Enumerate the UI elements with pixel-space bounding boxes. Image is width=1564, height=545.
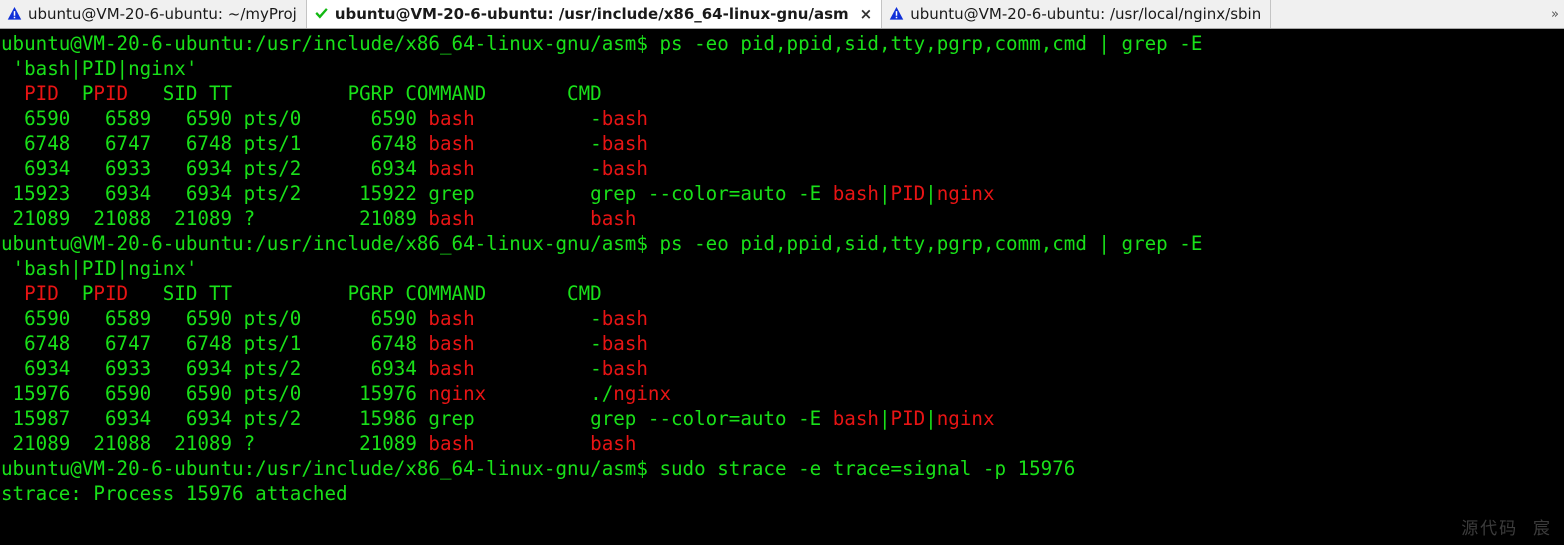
terminal-text-green: 15923 6934 6934 pts/2 15922 grep grep --… — [1, 182, 833, 205]
terminal-text-red: nginx — [936, 182, 995, 205]
terminal-line: 6590 6589 6590 pts/0 6590 bash -bash — [0, 106, 1564, 131]
terminal-text-red: bash — [428, 207, 475, 230]
terminal-text-green: P — [58, 82, 94, 105]
terminal-text-red: bash — [428, 332, 475, 355]
terminal-line: PID PPID SID TT PGRP COMMAND CMD — [0, 81, 1564, 106]
terminal-text-green: - — [474, 332, 602, 355]
close-icon[interactable]: × — [860, 6, 873, 22]
terminal-text-red: bash — [601, 332, 648, 355]
terminal-line: 6748 6747 6748 pts/1 6748 bash -bash — [0, 331, 1564, 356]
terminal-line: 'bash|PID|nginx' — [0, 256, 1564, 281]
terminal-text-red: bash — [832, 182, 879, 205]
terminal-tab-0[interactable]: ubuntu@VM-20-6-ubuntu: ~/myProj — [0, 0, 307, 28]
terminal-line: ubuntu@VM-20-6-ubuntu:/usr/include/x86_6… — [0, 456, 1564, 481]
terminal-line: ubuntu@VM-20-6-ubuntu:/usr/include/x86_6… — [0, 231, 1564, 256]
terminal-text-red: PID — [93, 82, 129, 105]
terminal-text-green: 'bash|PID|nginx' — [1, 257, 198, 280]
terminal-text-green: P — [58, 282, 94, 305]
terminal-text-green: SID TT PGRP COMMAND CMD — [128, 82, 602, 105]
terminal-text-green: strace: Process 15976 attached — [1, 482, 348, 505]
terminal-line: strace: Process 15976 attached — [0, 481, 1564, 506]
terminal-text-red: bash — [601, 157, 648, 180]
terminal-text-red: PID — [24, 82, 59, 105]
terminal-text-red: bash — [428, 307, 475, 330]
terminal-text-red: PID — [24, 282, 59, 305]
terminal-line: 15976 6590 6590 pts/0 15976 nginx ./ngin… — [0, 381, 1564, 406]
terminal-text-green: SID TT PGRP COMMAND CMD — [128, 282, 602, 305]
warning-triangle-icon — [889, 6, 905, 22]
terminal-text-green: | — [925, 407, 937, 430]
terminal-text-red: nginx — [613, 382, 672, 405]
terminal-text-green: - — [474, 157, 602, 180]
terminal-line: 21089 21088 21089 ? 21089 bash bash — [0, 206, 1564, 231]
terminal-line: 21089 21088 21089 ? 21089 bash bash — [0, 431, 1564, 456]
terminal-tab-2[interactable]: ubuntu@VM-20-6-ubuntu: /usr/local/nginx/… — [882, 0, 1272, 28]
terminal-text-red: bash — [590, 207, 637, 230]
terminal-text-red: bash — [590, 432, 637, 455]
terminal-output: ubuntu@VM-20-6-ubuntu:/usr/include/x86_6… — [0, 31, 1564, 506]
watermark: 源代码 宸 — [1461, 519, 1552, 539]
terminal-text-green: ubuntu@VM-20-6-ubuntu:/usr/include/x86_6… — [1, 232, 1203, 255]
terminal-text-green: ./ — [486, 382, 614, 405]
terminal-text-red: bash — [428, 107, 475, 130]
tab-title: ubuntu@VM-20-6-ubuntu: /usr/local/nginx/… — [910, 4, 1262, 23]
terminal-text-red: bash — [428, 132, 475, 155]
terminal-text-green: | — [878, 407, 891, 430]
terminal-text-red: PID — [890, 182, 926, 205]
terminal-text-green — [1, 282, 24, 305]
terminal-line: 15987 6934 6934 pts/2 15986 grep grep --… — [0, 406, 1564, 431]
tab-title: ubuntu@VM-20-6-ubuntu: /usr/include/x86_… — [334, 4, 849, 23]
terminal-text-green: 6748 6747 6748 pts/1 6748 — [1, 132, 429, 155]
terminal-screen[interactable]: ubuntu@VM-20-6-ubuntu:/usr/include/x86_6… — [0, 29, 1564, 545]
terminal-text-green: - — [474, 107, 602, 130]
terminal-line: 6934 6933 6934 pts/2 6934 bash -bash — [0, 356, 1564, 381]
terminal-text-green: ubuntu@VM-20-6-ubuntu:/usr/include/x86_6… — [1, 457, 1076, 480]
terminal-text-red: nginx — [428, 382, 487, 405]
tab-bar: ubuntu@VM-20-6-ubuntu: ~/myProj ubuntu@VM… — [0, 0, 1564, 29]
terminal-text-green — [475, 207, 591, 230]
check-mark-icon — [314, 6, 330, 22]
terminal-text-red: bash — [601, 357, 648, 380]
warning-triangle-icon — [7, 6, 23, 22]
terminal-text-green: 15987 6934 6934 pts/2 15986 grep grep --… — [1, 407, 833, 430]
terminal-text-green: | — [878, 182, 891, 205]
terminal-text-green — [475, 432, 591, 455]
terminal-text-green: ubuntu@VM-20-6-ubuntu:/usr/include/x86_6… — [1, 32, 1203, 55]
terminal-line: 'bash|PID|nginx' — [0, 56, 1564, 81]
terminal-line: 15923 6934 6934 pts/2 15922 grep grep --… — [0, 181, 1564, 206]
terminal-window: ubuntu@VM-20-6-ubuntu: ~/myProj ubuntu@VM… — [0, 0, 1564, 545]
terminal-text-red: bash — [601, 307, 648, 330]
tab-scroll-right-icon[interactable]: » — [1548, 8, 1562, 22]
terminal-text-green: 6590 6589 6590 pts/0 6590 — [1, 107, 429, 130]
terminal-tab-1[interactable]: ubuntu@VM-20-6-ubuntu: /usr/include/x86_… — [306, 0, 883, 28]
terminal-text-red: bash — [428, 432, 475, 455]
terminal-text-green: 6934 6933 6934 pts/2 6934 — [1, 157, 429, 180]
terminal-text-green: 6590 6589 6590 pts/0 6590 — [1, 307, 429, 330]
terminal-line: PID PPID SID TT PGRP COMMAND CMD — [0, 281, 1564, 306]
terminal-text-green: - — [474, 357, 602, 380]
terminal-text-green: | — [925, 182, 937, 205]
terminal-text-green: 6934 6933 6934 pts/2 6934 — [1, 357, 429, 380]
terminal-text-green: - — [474, 132, 602, 155]
terminal-line: 6748 6747 6748 pts/1 6748 bash -bash — [0, 131, 1564, 156]
terminal-text-red: bash — [428, 157, 475, 180]
terminal-text-red: bash — [832, 407, 879, 430]
terminal-text-green: 15976 6590 6590 pts/0 15976 — [1, 382, 429, 405]
terminal-text-red: PID — [93, 282, 129, 305]
terminal-text-green: 6748 6747 6748 pts/1 6748 — [1, 332, 429, 355]
terminal-line: ubuntu@VM-20-6-ubuntu:/usr/include/x86_6… — [0, 31, 1564, 56]
terminal-text-red: bash — [601, 132, 648, 155]
terminal-text-red: nginx — [936, 407, 995, 430]
terminal-line: 6934 6933 6934 pts/2 6934 bash -bash — [0, 156, 1564, 181]
tab-title: ubuntu@VM-20-6-ubuntu: ~/myProj — [28, 4, 297, 23]
terminal-text-green: 21089 21088 21089 ? 21089 — [1, 207, 429, 230]
terminal-text-red: bash — [428, 357, 475, 380]
terminal-text-red: bash — [601, 107, 648, 130]
terminal-text-green: 21089 21088 21089 ? 21089 — [1, 432, 429, 455]
terminal-text-green — [1, 82, 24, 105]
terminal-text-green: 'bash|PID|nginx' — [1, 57, 198, 80]
terminal-text-red: PID — [890, 407, 926, 430]
terminal-text-green: - — [474, 307, 602, 330]
terminal-line: 6590 6589 6590 pts/0 6590 bash -bash — [0, 306, 1564, 331]
